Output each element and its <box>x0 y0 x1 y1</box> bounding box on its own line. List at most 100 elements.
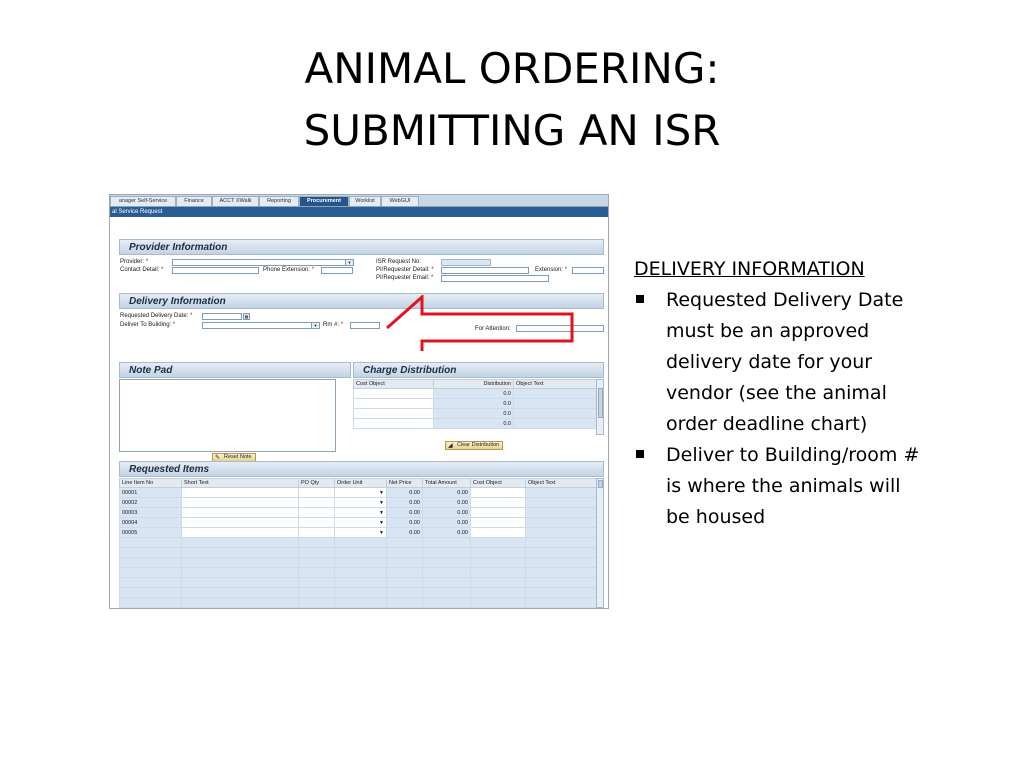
scrollbar-thumb[interactable] <box>598 388 603 418</box>
extension-label: Extension: * <box>535 267 568 273</box>
tab-acct-xwalk[interactable]: ACCT XWalk <box>212 196 259 206</box>
callout-arrow-shape <box>386 295 574 351</box>
chevron-down-icon[interactable]: ▼ <box>379 490 384 496</box>
total-amount-cell: 0.00 <box>422 497 471 508</box>
provider-dropdown[interactable]: ▼ <box>172 259 354 266</box>
net-price-cell[interactable]: 0.00 <box>386 527 423 538</box>
net-price-cell[interactable]: 0.00 <box>386 497 423 508</box>
short-text-cell[interactable] <box>181 487 299 498</box>
order-unit-dropdown[interactable]: ▼ <box>334 517 387 528</box>
table-row[interactable]: 00004 ▼ 0.00 0.00 <box>119 517 597 528</box>
line-item-cell: 00005 <box>119 527 182 538</box>
tab-worklist[interactable]: Worklist <box>349 196 381 206</box>
cost-object-cell[interactable] <box>470 487 526 498</box>
phone-extension-field[interactable] <box>321 267 353 274</box>
table-row[interactable]: 00002 ▼ 0.00 0.00 <box>119 497 597 508</box>
short-text-cell[interactable] <box>181 507 299 518</box>
po-qty-cell[interactable] <box>298 507 335 518</box>
room-number-field[interactable] <box>350 322 380 329</box>
provider-info-header: Provider Information <box>119 239 604 255</box>
net-price-cell[interactable]: 0.00 <box>386 517 423 528</box>
cost-object-cell[interactable] <box>353 408 434 419</box>
isr-request-no-label: ISR Request No: <box>376 259 422 265</box>
contact-detail-field[interactable] <box>172 267 259 274</box>
object-text-cell[interactable] <box>513 418 597 429</box>
tab-finance[interactable]: Finance <box>176 196 212 206</box>
isr-form: Provider Information Provider: * ▼ Conta… <box>110 217 608 608</box>
chevron-down-icon[interactable]: ▼ <box>345 260 353 265</box>
bullet-line: be housed <box>666 506 766 528</box>
page-title: al Service Request <box>110 207 608 217</box>
net-price-cell[interactable]: 0.00 <box>386 507 423 518</box>
provider-label: Provider: * <box>120 259 149 265</box>
chevron-down-icon[interactable]: ▼ <box>379 510 384 516</box>
bullet-line: Requested Delivery Date <box>666 289 904 311</box>
cost-object-cell[interactable] <box>353 388 434 399</box>
distribution-cell[interactable]: 0.0 <box>433 418 514 429</box>
chevron-down-icon[interactable]: ▼ <box>311 323 319 328</box>
extension-field[interactable] <box>572 267 604 274</box>
pi-detail-field[interactable] <box>441 267 529 274</box>
requested-items-scrollbar[interactable] <box>596 478 604 608</box>
table-row[interactable]: 0.0 <box>353 398 597 409</box>
table-row <box>119 557 597 568</box>
deliver-to-building-dropdown[interactable]: ▼ <box>202 322 320 329</box>
total-amount-cell: 0.00 <box>422 517 471 528</box>
chevron-down-icon[interactable]: ▼ <box>379 500 384 506</box>
object-text-cell[interactable] <box>525 497 597 508</box>
chevron-down-icon[interactable]: ▼ <box>379 530 384 536</box>
short-text-cell[interactable] <box>181 497 299 508</box>
total-amount-cell: 0.00 <box>422 487 471 498</box>
table-row[interactable]: 0.0 <box>353 418 597 429</box>
net-price-cell[interactable]: 0.00 <box>386 487 423 498</box>
short-text-cell[interactable] <box>181 517 299 528</box>
object-text-cell[interactable] <box>513 388 597 399</box>
slide-title-line-2: SUBMITTING AN ISR <box>303 106 721 155</box>
object-text-cell[interactable] <box>525 517 597 528</box>
order-unit-dropdown[interactable]: ▼ <box>334 527 387 538</box>
bullet-line: delivery date for your <box>666 351 873 373</box>
order-unit-dropdown[interactable]: ▼ <box>334 507 387 518</box>
pi-email-field[interactable] <box>441 275 549 282</box>
scrollbar-thumb[interactable] <box>598 480 603 488</box>
distribution-cell[interactable]: 0.0 <box>433 408 514 419</box>
chevron-down-icon[interactable]: ▼ <box>379 520 384 526</box>
order-unit-dropdown[interactable]: ▼ <box>334 497 387 508</box>
cost-object-cell[interactable] <box>470 517 526 528</box>
object-text-cell[interactable] <box>513 408 597 419</box>
tab-reporting[interactable]: Reporting <box>259 196 299 206</box>
object-text-cell[interactable] <box>513 398 597 409</box>
cost-object-cell[interactable] <box>470 497 526 508</box>
short-text-cell[interactable] <box>181 527 299 538</box>
bullet-line: Deliver to Building/room # <box>666 444 920 466</box>
col-distribution: Distribution <box>433 379 514 389</box>
tab-manager-self-service[interactable]: anager Self-Service <box>110 196 176 206</box>
distribution-cell[interactable]: 0.0 <box>433 388 514 399</box>
object-text-cell[interactable] <box>525 507 597 518</box>
object-text-cell[interactable] <box>525 527 597 538</box>
charge-distribution-scrollbar[interactable] <box>596 379 604 435</box>
table-row[interactable]: 00001 ▼ 0.00 0.00 <box>119 487 597 498</box>
table-row[interactable]: 0.0 <box>353 388 597 399</box>
table-row[interactable]: 00005 ▼ 0.00 0.00 <box>119 527 597 538</box>
note-pad-textarea[interactable] <box>119 379 336 452</box>
po-qty-cell[interactable] <box>298 517 335 528</box>
clear-distribution-button[interactable]: ◢ Clear Distribution <box>445 441 504 450</box>
calendar-icon[interactable]: ▦ <box>243 313 250 320</box>
cost-object-cell[interactable] <box>470 527 526 538</box>
object-text-cell[interactable] <box>525 487 597 498</box>
po-qty-cell[interactable] <box>298 527 335 538</box>
table-row[interactable]: 00003 ▼ 0.00 0.00 <box>119 507 597 518</box>
cost-object-cell[interactable] <box>353 418 434 429</box>
po-qty-cell[interactable] <box>298 487 335 498</box>
tab-procurement[interactable]: Procurement <box>299 196 349 206</box>
requested-delivery-date-field[interactable] <box>202 313 242 320</box>
cost-object-cell[interactable] <box>470 507 526 518</box>
tab-webgui[interactable]: WebGUI <box>381 196 419 206</box>
cost-object-cell[interactable] <box>353 398 434 409</box>
table-row[interactable]: 0.0 <box>353 408 597 419</box>
col-cost-object: Cost Object <box>470 478 526 488</box>
po-qty-cell[interactable] <box>298 497 335 508</box>
order-unit-dropdown[interactable]: ▼ <box>334 487 387 498</box>
distribution-cell[interactable]: 0.0 <box>433 398 514 409</box>
